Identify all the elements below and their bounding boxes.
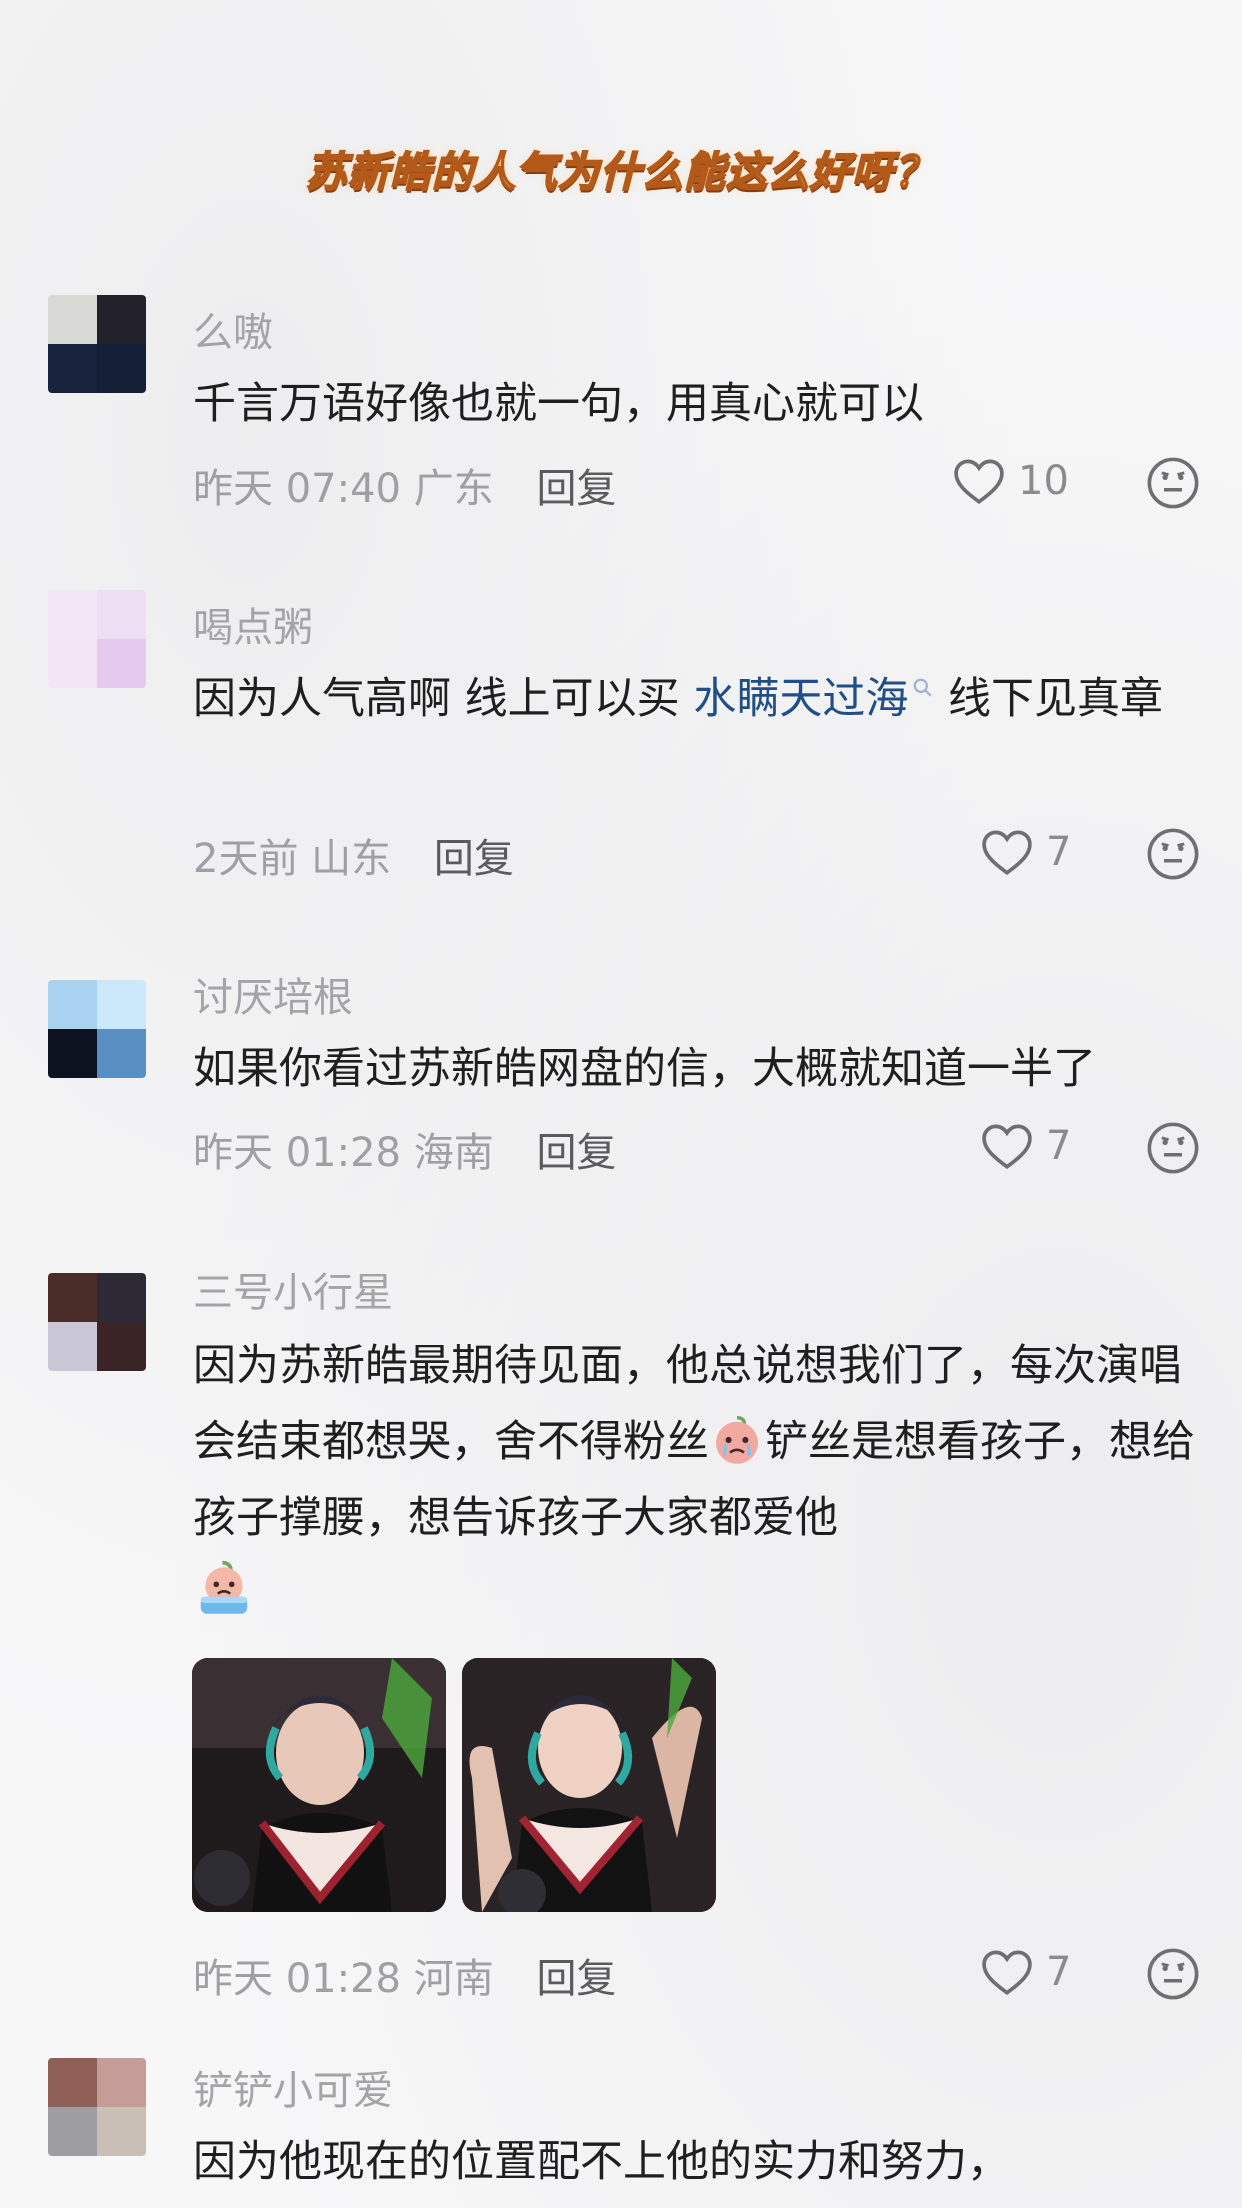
heart-outline-icon [982, 830, 1032, 876]
comment-location: 海南 [413, 1130, 494, 1176]
comment-username[interactable]: 讨厌培根 [193, 965, 353, 1023]
comment-time: 2天前 [193, 836, 299, 882]
photo-image [192, 1658, 446, 1912]
comment-text: 千言万语好像也就一句，用真心就可以 [193, 379, 924, 429]
comment-location: 河南 [413, 1956, 494, 2002]
comment-meta: 昨天 01:28 河南 回复 [193, 1946, 616, 2004]
post-title: 苏新皓的人气为什么能这么好呀？ [305, 147, 936, 197]
neutral-face-icon[interactable] [1146, 1947, 1200, 2001]
crying-peach-emoji-icon [716, 1415, 758, 1464]
neutral-face-icon[interactable] [1146, 827, 1200, 881]
reply-button[interactable]: 回复 [536, 1956, 616, 2002]
avatar[interactable] [48, 1273, 146, 1371]
like-count: 10 [1018, 458, 1069, 504]
comment-username[interactable]: 铲铲小可爱 [193, 2058, 393, 2116]
comment-location: 山东 [311, 836, 392, 882]
comment-text: 因为他现在的位置配不上他的实力和努力， [193, 2137, 1010, 2187]
reply-button[interactable]: 回复 [536, 466, 616, 512]
neutral-face-icon[interactable] [1146, 456, 1200, 510]
comment-text: 如果你看过苏新皓网盘的信，大概就知道一半了 [193, 1044, 1096, 1094]
like-count: 7 [1046, 1949, 1072, 1995]
comment-photo-2[interactable] [462, 1658, 716, 1912]
photo-image [462, 1658, 716, 1912]
comment-text-part: 线下见真章 [934, 674, 1164, 724]
crying-peach-tub-emoji-icon [200, 1560, 248, 1614]
reply-button[interactable]: 回复 [536, 1130, 616, 1176]
comment-username[interactable]: 三号小行星 [193, 1260, 393, 1318]
search-suggestion-link[interactable]: 水瞒天过海 [693, 674, 908, 724]
like-count: 7 [1046, 1123, 1072, 1169]
reply-button[interactable]: 回复 [434, 836, 514, 882]
comment-text: 因为苏新皓最期待见面，他总说想我们了，每次演唱会结束都想哭，舍不得粉丝 铲丝是想看… [193, 1328, 1203, 1632]
comment-username[interactable]: 喝点粥 [193, 595, 313, 653]
heart-outline-icon [954, 459, 1004, 505]
comment-meta: 2天前 山东 回复 [193, 826, 514, 884]
comment-meta: 昨天 01:28 海南 回复 [193, 1120, 616, 1178]
avatar[interactable] [48, 590, 146, 688]
comment-text: 因为人气高啊 线上可以买 水瞒天过海 线下见真章 [193, 661, 1203, 737]
comment-page: 苏新皓的人气为什么能这么好呀？ 么嗷 千言万语好像也就一句，用真心就可以 昨天 … [0, 0, 1242, 2208]
like-button[interactable]: 10 [952, 457, 1069, 505]
neutral-face-icon[interactable] [1146, 1121, 1200, 1175]
heart-outline-icon [982, 1124, 1032, 1170]
heart-outline-icon [982, 1950, 1032, 1996]
comment-time: 昨天 01:28 [193, 1956, 401, 2002]
avatar[interactable] [48, 295, 146, 393]
avatar[interactable] [48, 2058, 146, 2156]
comment-time: 昨天 07:40 [193, 466, 401, 512]
avatar[interactable] [48, 980, 146, 1078]
comment-username[interactable]: 么嗷 [193, 300, 273, 358]
search-mini-icon [913, 678, 932, 697]
like-count: 7 [1046, 829, 1072, 875]
comment-time: 昨天 01:28 [193, 1130, 401, 1176]
like-button[interactable]: 7 [980, 1122, 1071, 1170]
like-button[interactable]: 7 [980, 828, 1071, 876]
comment-meta: 昨天 07:40 广东 回复 [193, 456, 616, 514]
like-button[interactable]: 7 [980, 1948, 1071, 1996]
comment-location: 广东 [413, 466, 494, 512]
comment-photo-1[interactable] [192, 1658, 446, 1912]
comment-text-part: 因为人气高啊 线上可以买 [193, 674, 694, 724]
